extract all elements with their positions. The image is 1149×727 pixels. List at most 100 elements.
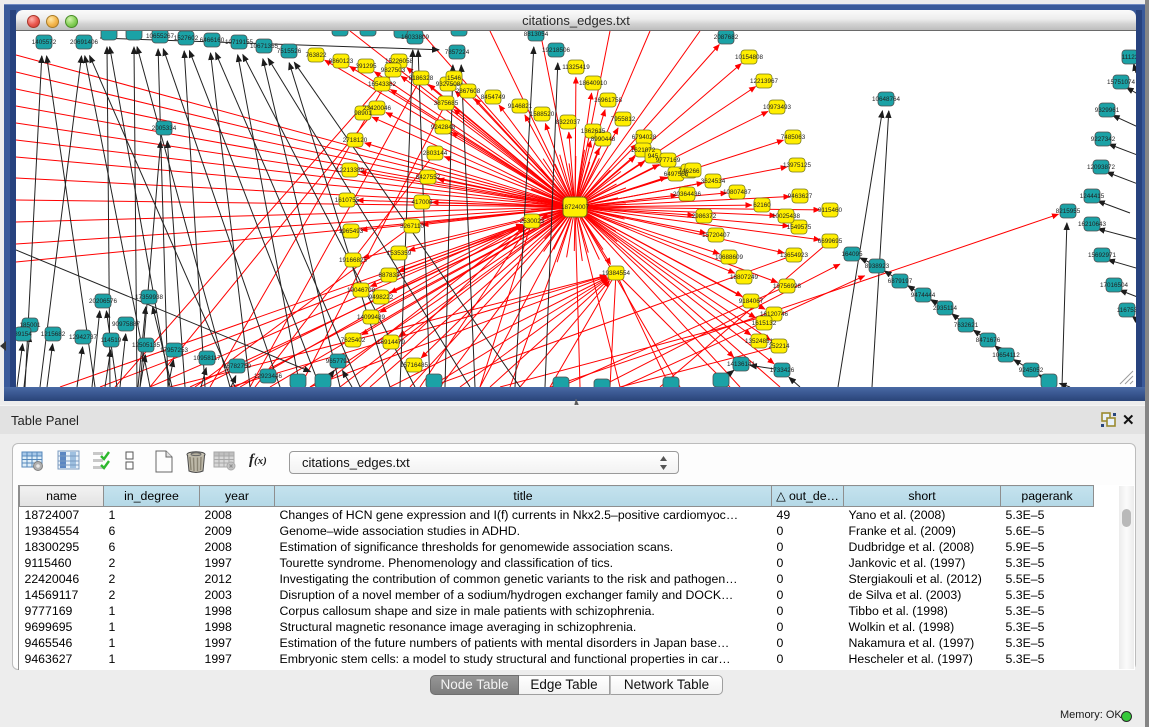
svg-text:1546: 1546: [447, 75, 462, 82]
svg-text:7485063: 7485063: [781, 134, 806, 141]
svg-text:18640910: 18640910: [579, 80, 608, 87]
svg-text:9657791: 9657791: [326, 358, 351, 365]
svg-text:2005334: 2005334: [152, 125, 177, 132]
svg-text:17957253: 17957253: [160, 347, 189, 354]
svg-text:10154808: 10154808: [735, 54, 764, 61]
svg-text:1965493: 1965493: [339, 228, 364, 235]
svg-text:1362615: 1362615: [581, 128, 606, 135]
svg-text:8938923: 8938923: [865, 263, 890, 270]
svg-text:16033809: 16033809: [401, 34, 430, 41]
svg-text:8471676: 8471676: [976, 337, 1001, 344]
svg-text:6794028: 6794028: [632, 134, 657, 141]
svg-text:7857224: 7857224: [445, 49, 470, 56]
svg-text:11325419: 11325419: [562, 64, 590, 71]
svg-text:62160: 62160: [753, 202, 771, 209]
svg-text:16120746: 16120746: [760, 311, 789, 318]
svg-text:19218506: 19218506: [542, 47, 571, 54]
svg-text:17359938: 17359938: [135, 294, 164, 301]
svg-text:15720407: 15720407: [702, 232, 731, 239]
svg-text:1610755: 1610755: [335, 197, 360, 204]
svg-text:9245052: 9245052: [1019, 367, 1044, 374]
svg-text:9146821: 9146821: [508, 103, 533, 110]
svg-text:8813054: 8813054: [524, 31, 549, 38]
svg-text:2935114: 2935114: [933, 305, 958, 312]
svg-text:16961758: 16961758: [594, 97, 623, 104]
svg-text:12923446: 12923446: [254, 373, 283, 380]
svg-text:9184067: 9184067: [739, 298, 764, 305]
svg-text:391295: 391295: [355, 63, 377, 70]
svg-text:9827503: 9827503: [381, 67, 406, 74]
svg-text:10648764: 10648764: [872, 96, 901, 103]
svg-text:746266: 746266: [678, 168, 700, 175]
svg-text:8186328: 8186328: [409, 75, 434, 82]
svg-text:12213389: 12213389: [336, 167, 365, 174]
svg-text:252214: 252214: [768, 343, 790, 350]
svg-text:1244415: 1244415: [1080, 193, 1105, 200]
svg-text:10973493: 10973493: [763, 104, 792, 111]
svg-text:1733426: 1733426: [770, 367, 795, 374]
svg-text:417008: 417008: [411, 199, 433, 206]
svg-text:1615132: 1615132: [752, 320, 777, 327]
svg-text:18724007: 18724007: [561, 204, 590, 211]
svg-text:2087682: 2087682: [714, 34, 739, 41]
svg-text:1588520: 1588520: [530, 111, 555, 118]
svg-text:20206576: 20206576: [89, 298, 118, 305]
svg-text:15692971: 15692971: [1088, 252, 1117, 259]
svg-text:10655267: 10655267: [146, 33, 175, 40]
svg-text:6699695: 6699695: [818, 238, 843, 245]
svg-text:1549575: 1549575: [787, 224, 812, 231]
svg-text:16782759: 16782759: [223, 363, 252, 370]
svg-text:1215682: 1215682: [41, 331, 66, 338]
svg-text:12942737: 12942737: [69, 334, 98, 341]
svg-text:8322037: 8322037: [556, 119, 581, 126]
svg-text:3624534: 3624534: [701, 178, 726, 185]
svg-text:2803144: 2803144: [423, 150, 448, 157]
svg-text:2530023: 2530023: [520, 218, 545, 225]
svg-text:16210643: 16210643: [1078, 221, 1107, 228]
svg-text:16914479: 16914479: [377, 339, 406, 346]
svg-text:13975125: 13975125: [783, 162, 812, 169]
svg-text:98901: 98901: [354, 110, 372, 117]
svg-text:10807487: 10807487: [723, 189, 752, 196]
svg-text:11123: 11123: [1122, 54, 1136, 61]
svg-text:114519: 114519: [101, 337, 122, 344]
svg-text:20364436: 20364436: [673, 191, 702, 198]
svg-text:763822: 763822: [305, 52, 327, 59]
svg-text:6466160: 6466160: [200, 37, 225, 44]
svg-text:14136141: 14136141: [727, 361, 756, 368]
svg-text:9242848: 9242848: [431, 124, 456, 131]
svg-text:9327508: 9327508: [436, 81, 461, 88]
svg-text:10654112: 10654112: [992, 352, 1020, 359]
svg-text:164095: 164095: [841, 251, 863, 258]
svg-text:8860123: 8860123: [329, 58, 354, 65]
svg-text:2986372: 2986372: [692, 213, 717, 220]
svg-text:10046708: 10046708: [347, 287, 376, 294]
svg-text:3875685: 3875685: [434, 100, 459, 107]
svg-text:12505135: 12505135: [132, 342, 161, 349]
svg-text:13654923: 13654923: [780, 252, 809, 259]
svg-text:8215955: 8215955: [1056, 208, 1081, 215]
svg-text:1405572: 1405572: [32, 39, 57, 46]
svg-text:15226058: 15226058: [385, 58, 414, 65]
svg-text:8990448: 8990448: [591, 136, 616, 143]
svg-text:2718120: 2718120: [343, 137, 368, 144]
svg-text:185001: 185001: [19, 322, 41, 329]
svg-text:6879197: 6879197: [888, 278, 913, 285]
svg-text:15751074: 15751074: [1107, 79, 1136, 86]
svg-text:8427552: 8427552: [416, 174, 441, 181]
svg-text:19166825: 19166825: [339, 257, 368, 264]
svg-text:12213967: 12213967: [750, 78, 779, 85]
svg-text:7625402: 7625402: [341, 337, 366, 344]
svg-text:19384554: 19384554: [602, 270, 631, 277]
svg-text:9329961: 9329961: [1095, 107, 1120, 114]
svg-text:7955812: 7955812: [611, 116, 636, 123]
svg-text:10958117: 10958117: [193, 355, 221, 362]
svg-text:12093872: 12093872: [1087, 164, 1116, 171]
svg-text:9474444: 9474444: [911, 292, 936, 299]
svg-text:116753: 116753: [1117, 307, 1136, 314]
svg-text:10671355: 10671355: [250, 43, 279, 50]
svg-text:887833: 887833: [378, 272, 400, 279]
svg-text:7632621: 7632621: [954, 322, 979, 329]
svg-text:1535359: 1535359: [387, 250, 412, 257]
svg-text:39154: 39154: [16, 331, 32, 338]
